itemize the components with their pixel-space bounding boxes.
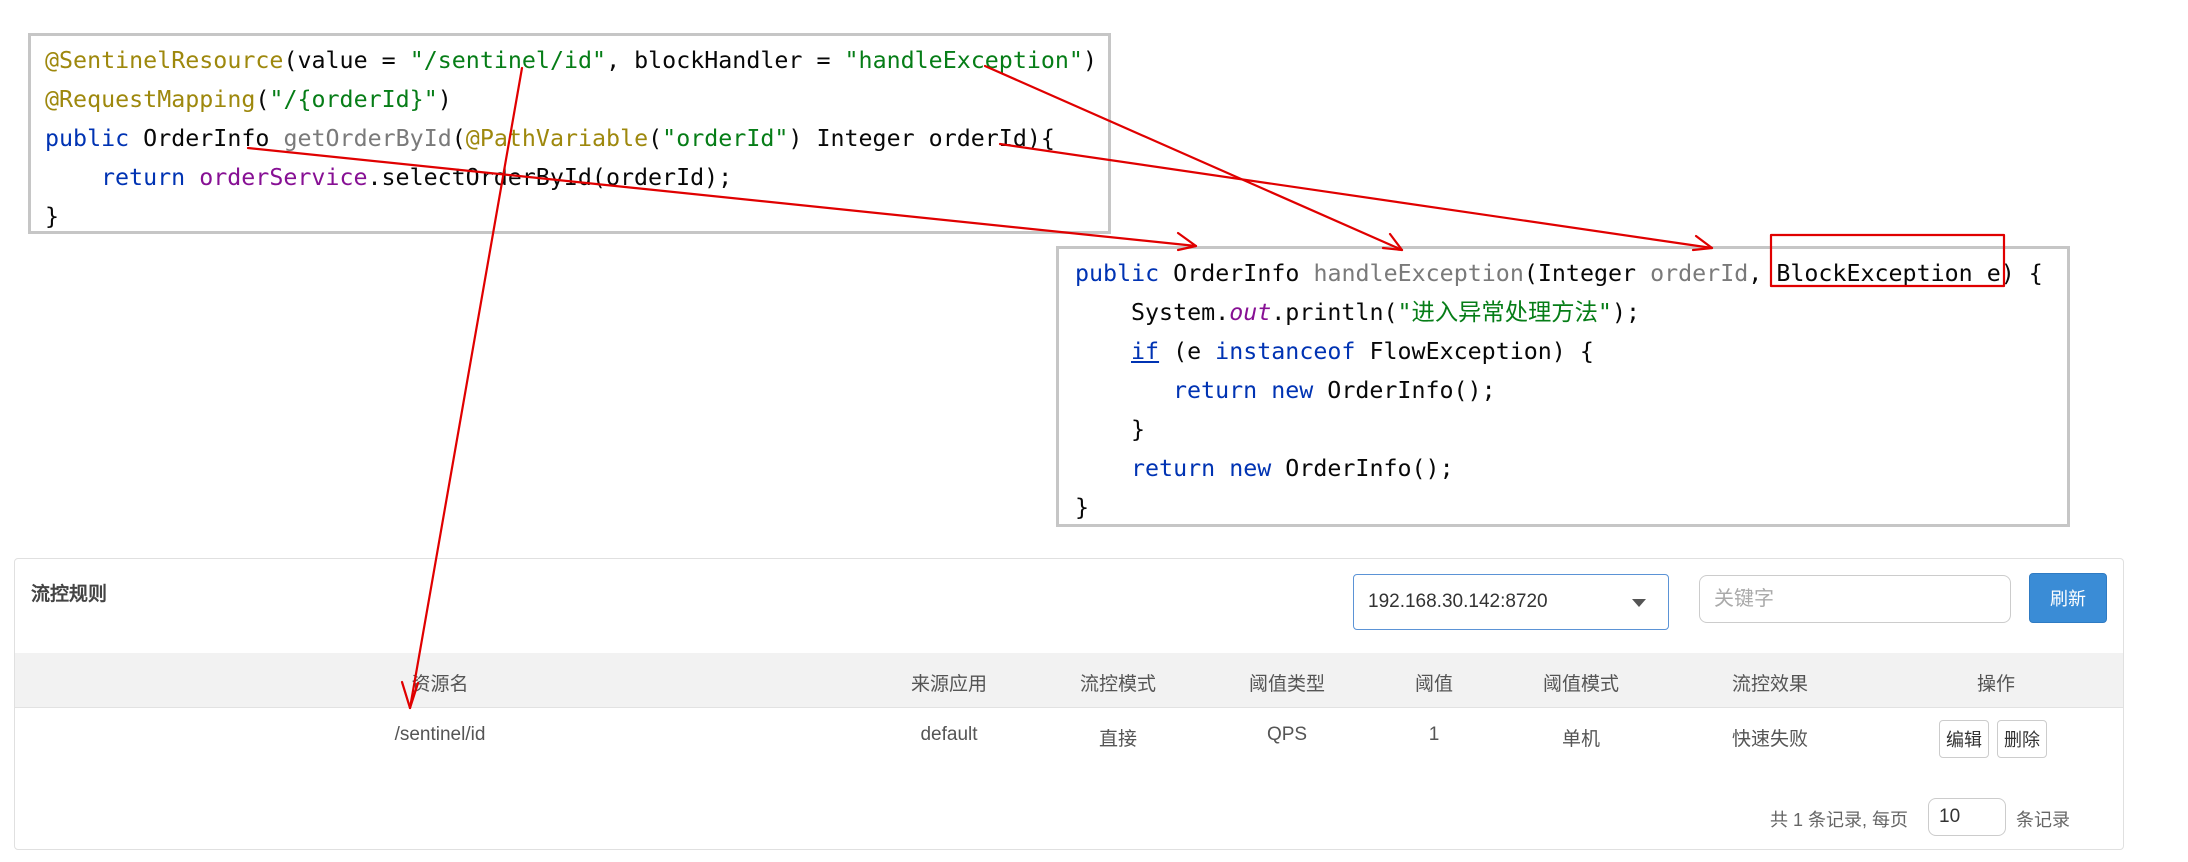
- code-line: if (e instanceof FlowException) {: [1131, 338, 1594, 365]
- code-line: return orderService.selectOrderById(orde…: [101, 164, 733, 191]
- code-line: public OrderInfo getOrderById(@PathVaria…: [45, 125, 1055, 152]
- pagination-suffix: 条记录: [2016, 810, 2070, 830]
- code-line: public OrderInfo handleException(Integer…: [1075, 260, 2043, 287]
- code-snippet-handler: public OrderInfo handleException(Integer…: [1056, 246, 2070, 527]
- code-line: }: [1075, 494, 1090, 521]
- code-line: }: [1131, 416, 1146, 443]
- code-line: return new OrderInfo();: [1131, 455, 1454, 482]
- column-header-resource: 资源名: [411, 674, 469, 695]
- cell-origin: default: [920, 724, 978, 745]
- keyword-search-input[interactable]: [1699, 575, 2011, 623]
- delete-button[interactable]: 删除: [1997, 720, 2047, 758]
- column-header-threshold: 阈值: [1414, 674, 1454, 695]
- cell-effect: 快速失败: [1731, 729, 1809, 750]
- code-line: @RequestMapping("/{orderId}"): [45, 86, 452, 113]
- code-line: System.out.println("进入异常处理方法");: [1131, 299, 1640, 326]
- cell-threshold-mode: 单机: [1561, 729, 1601, 750]
- code-snippet-controller: @SentinelResource(value = "/sentinel/id"…: [28, 33, 1111, 234]
- panel-title: 流控规则: [31, 584, 108, 605]
- edit-button[interactable]: 编辑: [1939, 720, 1989, 758]
- table-row: /sentinel/id default 直接 QPS 1 单机 快速失败 编辑…: [15, 708, 2123, 778]
- column-header-origin: 来源应用: [910, 674, 988, 695]
- pagination-prefix: 共 1 条记录, 每页: [1770, 810, 1909, 830]
- column-header-operations: 操作: [1976, 674, 2016, 695]
- column-header-flow-mode: 流控模式: [1079, 674, 1157, 695]
- machine-select-value: 192.168.30.142:8720: [1368, 591, 1548, 612]
- caret-down-icon: [1632, 599, 1646, 607]
- code-line: @SentinelResource(value = "/sentinel/id"…: [45, 47, 1097, 74]
- refresh-button[interactable]: 刷新: [2029, 573, 2107, 623]
- cell-threshold: 1: [1428, 724, 1440, 745]
- machine-select[interactable]: 192.168.30.142:8720: [1353, 574, 1669, 630]
- cell-threshold-type: QPS: [1266, 724, 1308, 745]
- column-header-effect: 流控效果: [1731, 674, 1809, 695]
- page-size-input[interactable]: [1928, 798, 2006, 836]
- code-line: }: [45, 203, 60, 230]
- flow-rule-panel: 流控规则 192.168.30.142:8720 刷新 资源名 来源应用 流控模…: [14, 558, 2124, 850]
- column-header-threshold-mode: 阈值模式: [1542, 674, 1620, 695]
- column-header-threshold-type: 阈值类型: [1248, 674, 1326, 695]
- cell-flow-mode: 直接: [1098, 729, 1138, 750]
- table-header: 资源名 来源应用 流控模式 阈值类型 阈值 阈值模式 流控效果 操作: [15, 653, 2123, 708]
- code-line: return new OrderInfo();: [1173, 377, 1496, 404]
- cell-resource: /sentinel/id: [394, 724, 486, 745]
